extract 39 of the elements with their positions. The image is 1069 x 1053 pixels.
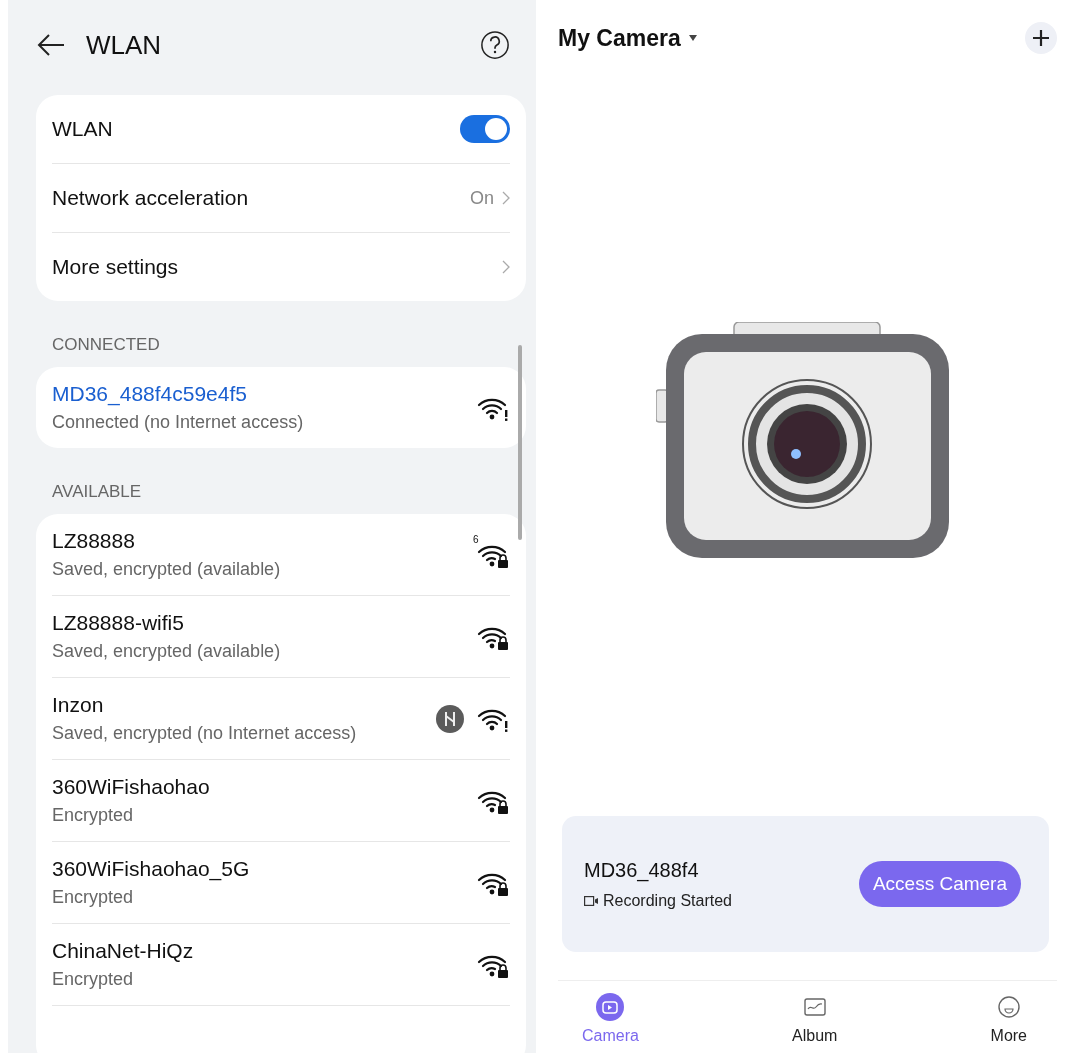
- video-icon: [584, 895, 598, 906]
- toggle-switch[interactable]: [460, 115, 510, 143]
- network-status: Encrypted: [52, 887, 135, 908]
- network-name[interactable]: MD36_488f4c59e4f5: [52, 382, 304, 406]
- network-name[interactable]: ChinaNet-HiQz: [52, 939, 194, 963]
- camera-selector[interactable]: My Camera: [558, 24, 681, 52]
- setting-label[interactable]: Network acceleration: [52, 186, 249, 210]
- page-title: WLAN: [86, 29, 163, 61]
- network-name[interactable]: LZ88888-wifi5: [52, 611, 281, 635]
- setting-label[interactable]: WLAN: [52, 117, 113, 141]
- recording-status: Recording Started: [603, 891, 732, 910]
- chevron-icon: [502, 260, 510, 274]
- help-icon[interactable]: [480, 30, 510, 60]
- network-status: Encrypted: [52, 805, 135, 826]
- video-icon: [596, 993, 625, 1021]
- setting-value: On: [470, 187, 494, 209]
- nav-tab[interactable]: Album: [792, 993, 838, 1045]
- network-status: Saved, encrypted (no Internet access): [52, 723, 357, 744]
- network-name[interactable]: Inzon: [52, 693, 357, 717]
- nav-tab[interactable]: Camera: [582, 993, 639, 1045]
- device-name: MD36_488f4: [584, 858, 700, 882]
- network-name[interactable]: 360WiFishaohao_5G: [52, 857, 250, 881]
- scrollbar[interactable]: [518, 345, 522, 540]
- back-arrow-icon[interactable]: [36, 33, 66, 57]
- network-name[interactable]: 360WiFishaohao: [52, 775, 210, 799]
- dropdown-caret-icon[interactable]: [688, 35, 697, 41]
- section-header: AVAILABLE: [52, 482, 143, 502]
- section-header: CONNECTED: [52, 335, 161, 355]
- setting-label[interactable]: More settings: [52, 255, 179, 279]
- nav-tab[interactable]: More: [990, 993, 1027, 1045]
- network-name[interactable]: LZ88888: [52, 529, 281, 553]
- wifi-band-label: 6: [473, 534, 479, 545]
- access-camera-button[interactable]: Access Camera: [858, 861, 1021, 907]
- add-icon[interactable]: [1025, 22, 1057, 54]
- network-status: Connected (no Internet access): [52, 412, 304, 433]
- network-status: Saved, encrypted (available): [52, 559, 281, 580]
- chevron-icon: [502, 191, 510, 205]
- network-status: Encrypted: [52, 969, 135, 990]
- network-status: Saved, encrypted (available): [52, 641, 281, 662]
